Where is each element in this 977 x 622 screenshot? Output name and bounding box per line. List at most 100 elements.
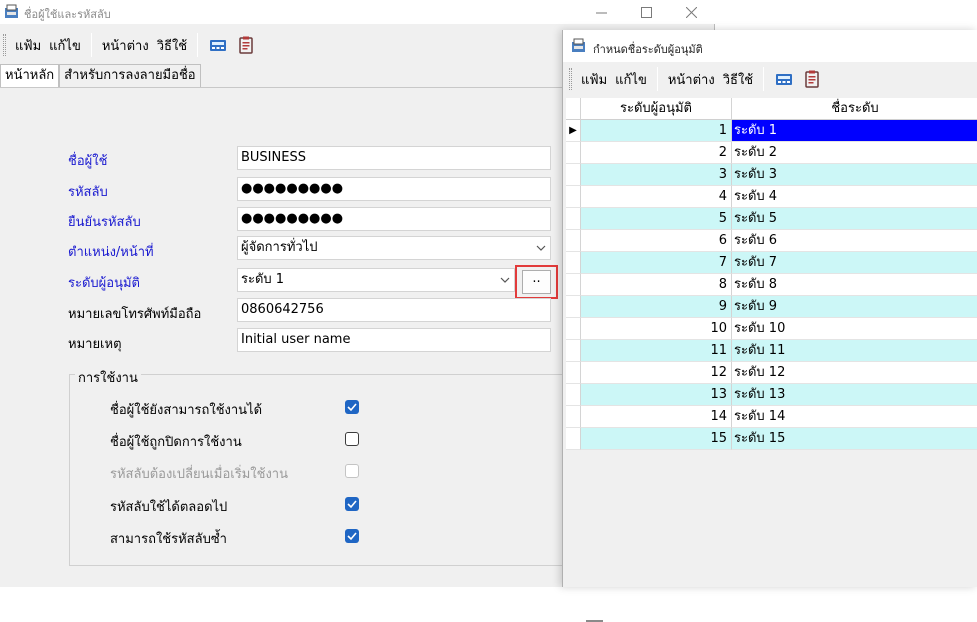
- table-row[interactable]: 10 ระดับ 10: [566, 318, 977, 340]
- table-row[interactable]: 9 ระดับ 9: [566, 296, 977, 318]
- cell-level[interactable]: 4: [581, 186, 732, 208]
- table-row[interactable]: 4 ระดับ 4: [566, 186, 977, 208]
- title-bar[interactable]: กำหนดชื่อระดับผู้อนุมัติ: [563, 30, 977, 62]
- table-row[interactable]: 2 ระดับ 2: [566, 142, 977, 164]
- cell-level[interactable]: 6: [581, 230, 732, 252]
- cell-level[interactable]: 14: [581, 406, 732, 428]
- menu-help[interactable]: วิธีใช้: [719, 69, 757, 90]
- table-row[interactable]: 6 ระดับ 6: [566, 230, 977, 252]
- menu-file[interactable]: แฟ้ม: [11, 35, 45, 56]
- checkbox-reuse-password[interactable]: [345, 529, 359, 543]
- cell-level-name[interactable]: ระดับ 8: [732, 274, 977, 296]
- clipboard-icon[interactable]: [802, 69, 822, 89]
- cell-level[interactable]: 9: [581, 296, 732, 318]
- title-bar[interactable]: ชื่อผู้ใช้และรหัสลับ: [0, 0, 715, 24]
- calculator-icon[interactable]: [208, 35, 228, 55]
- cell-level[interactable]: 15: [581, 428, 732, 450]
- cell-level-name[interactable]: ระดับ 2: [732, 142, 977, 164]
- tab-signature[interactable]: สำหรับการลงลายมือชื่อ: [59, 64, 201, 87]
- column-header-name[interactable]: ชื่อระดับ: [732, 98, 977, 120]
- confirm-password-input[interactable]: ●●●●●●●●●: [237, 207, 551, 231]
- chevron-down-icon[interactable]: [500, 275, 510, 285]
- username-input[interactable]: BUSINESS: [237, 146, 551, 170]
- cell-level[interactable]: 3: [581, 164, 732, 186]
- approval-level-browse-button[interactable]: ..: [522, 270, 551, 294]
- password-input[interactable]: ●●●●●●●●●: [237, 177, 551, 201]
- checkbox-active[interactable]: [345, 400, 359, 414]
- row-pointer-icon: [566, 340, 581, 362]
- row-pointer-icon: [566, 296, 581, 318]
- table-row[interactable]: 7 ระดับ 7: [566, 252, 977, 274]
- mobile-input[interactable]: 0860642756: [237, 298, 551, 322]
- position-label: ตำแหน่ง/หน้าที่: [68, 245, 154, 260]
- cell-level[interactable]: 8: [581, 274, 732, 296]
- cell-level[interactable]: 7: [581, 252, 732, 274]
- table-row[interactable]: 3 ระดับ 3: [566, 164, 977, 186]
- row-pointer-icon: [566, 362, 581, 384]
- menu-separator: [763, 67, 765, 91]
- note-input[interactable]: Initial user name: [237, 328, 551, 352]
- cell-level[interactable]: 5: [581, 208, 732, 230]
- menu-window[interactable]: หน้าต่าง: [664, 69, 719, 90]
- cell-level-name[interactable]: ระดับ 11: [732, 340, 977, 362]
- position-value: ผู้จัดการทั่วไป: [241, 240, 318, 255]
- level-grid[interactable]: ระดับผู้อนุมัติ ชื่อระดับ ▶ 1 ระดับ 1 2 ระดั…: [566, 98, 977, 622]
- table-row[interactable]: ▶ 1 ระดับ 1: [566, 120, 977, 142]
- cell-level-name[interactable]: ระดับ 7: [732, 252, 977, 274]
- checkbox-never-expires[interactable]: [345, 497, 359, 511]
- row-pointer-icon: [566, 252, 581, 274]
- grid-header: ระดับผู้อนุมัติ ชื่อระดับ: [566, 98, 977, 120]
- cell-level-name[interactable]: ระดับ 10: [732, 318, 977, 340]
- clipboard-icon[interactable]: [236, 35, 256, 55]
- table-row[interactable]: 14 ระดับ 14: [566, 406, 977, 428]
- position-select[interactable]: ผู้จัดการทั่วไป: [237, 236, 551, 260]
- maximize-button[interactable]: [623, 0, 669, 24]
- tab-main[interactable]: หน้าหลัก: [0, 64, 60, 88]
- cell-level[interactable]: 2: [581, 142, 732, 164]
- cell-level[interactable]: 1: [581, 120, 732, 142]
- cell-level-name[interactable]: ระดับ 3: [732, 164, 977, 186]
- minimize-button[interactable]: [578, 0, 624, 24]
- close-button[interactable]: [668, 0, 714, 24]
- table-row[interactable]: 13 ระดับ 13: [566, 384, 977, 406]
- table-row[interactable]: 15 ระดับ 15: [566, 428, 977, 450]
- toolbar-grip[interactable]: [569, 68, 572, 90]
- cell-level-name[interactable]: ระดับ 14: [732, 406, 977, 428]
- cell-level[interactable]: 12: [581, 362, 732, 384]
- grid-header-corner: [566, 98, 581, 120]
- chevron-down-icon[interactable]: [536, 243, 546, 253]
- checkbox-label-disabled-user: ชื่อผู้ใช้ถูกปิดการใช้งาน: [110, 435, 242, 450]
- menu-edit[interactable]: แก้ไข: [611, 69, 651, 90]
- menu-bar: แฟ้ม แก้ไข หน้าต่าง วิธีใช้: [3, 32, 260, 58]
- toolbar-grip[interactable]: [3, 34, 6, 56]
- cell-level-name[interactable]: ระดับ 13: [732, 384, 977, 406]
- cell-level-name[interactable]: ระดับ 4: [732, 186, 977, 208]
- table-row[interactable]: 12 ระดับ 12: [566, 362, 977, 384]
- cell-level-name[interactable]: ระดับ 1: [732, 120, 977, 142]
- calculator-icon[interactable]: [774, 69, 794, 89]
- menu-window[interactable]: หน้าต่าง: [98, 35, 153, 56]
- window-title: กำหนดชื่อระดับผู้อนุมัติ: [593, 43, 703, 56]
- cell-level-name[interactable]: ระดับ 9: [732, 296, 977, 318]
- minimize-icon: [595, 12, 607, 13]
- maximize-icon: [640, 6, 652, 18]
- cell-level[interactable]: 13: [581, 384, 732, 406]
- table-row[interactable]: 5 ระดับ 5: [566, 208, 977, 230]
- cell-level-name[interactable]: ระดับ 12: [732, 362, 977, 384]
- row-pointer-icon: [566, 230, 581, 252]
- checkmark-icon: [347, 403, 357, 412]
- checkbox-disabled-user[interactable]: [345, 432, 359, 446]
- cell-level[interactable]: 11: [581, 340, 732, 362]
- menu-file[interactable]: แฟ้ม: [577, 69, 611, 90]
- cell-level-name[interactable]: ระดับ 15: [732, 428, 977, 450]
- row-pointer-icon: [566, 164, 581, 186]
- cell-level-name[interactable]: ระดับ 5: [732, 208, 977, 230]
- cell-level[interactable]: 10: [581, 318, 732, 340]
- cell-level-name[interactable]: ระดับ 6: [732, 230, 977, 252]
- table-row[interactable]: 8 ระดับ 8: [566, 274, 977, 296]
- menu-edit[interactable]: แก้ไข: [45, 35, 85, 56]
- column-header-level[interactable]: ระดับผู้อนุมัติ: [581, 98, 732, 120]
- menu-help[interactable]: วิธีใช้: [153, 35, 191, 56]
- table-row[interactable]: 11 ระดับ 11: [566, 340, 977, 362]
- approval-level-select[interactable]: ระดับ 1: [237, 268, 515, 292]
